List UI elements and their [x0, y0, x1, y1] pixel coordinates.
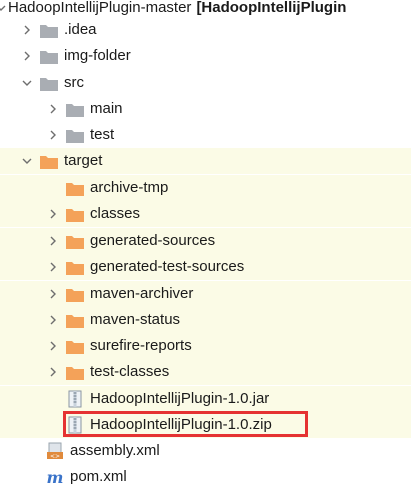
folder-icon	[40, 152, 58, 170]
chevron-right-icon[interactable]	[46, 201, 60, 227]
tree-item-label: HadoopIntellijPlugin-1.0.jar	[90, 390, 270, 407]
tree-item-label: pom.xml	[70, 468, 127, 485]
chevron-right-icon[interactable]	[20, 17, 34, 43]
tree-row-test-classes[interactable]: test-classes	[0, 359, 411, 385]
tree-item-label: HadoopIntellijPlugin-1.0.zip	[90, 416, 272, 433]
tree-item-label: generated-sources	[90, 232, 216, 249]
tree-item-label: generated-test-sources	[90, 258, 245, 275]
chevron-right-icon[interactable]	[46, 359, 60, 385]
tree-item-label: img-folder	[64, 47, 131, 64]
folder-icon	[66, 337, 84, 355]
chevron-right-icon[interactable]	[46, 307, 60, 333]
folder-icon	[40, 21, 58, 39]
chevron-right-icon[interactable]	[46, 333, 60, 359]
tree-item-label: test-classes	[90, 363, 170, 380]
folder-icon	[66, 100, 84, 118]
chevron-right-icon[interactable]	[46, 96, 60, 122]
tree-row-zip[interactable]: HadoopIntellijPlugin-1.0.zip	[0, 412, 411, 438]
chevron-down-icon[interactable]	[20, 70, 34, 96]
tree-row-test[interactable]: test	[0, 122, 411, 148]
folder-icon	[66, 179, 84, 197]
project-tree: HadoopIntellijPlugin-master [HadoopIntel…	[0, 0, 411, 491]
tree-row-classes[interactable]: classes	[0, 201, 411, 227]
tree-row-surefire-reports[interactable]: surefire-reports	[0, 333, 411, 359]
tree-row-src[interactable]: src	[0, 70, 411, 96]
tree-item-label: main	[90, 100, 123, 117]
tree-item-label: src	[64, 74, 84, 91]
chevron-right-icon[interactable]	[46, 281, 60, 307]
chevron-right-icon[interactable]	[46, 228, 60, 254]
svg-text:<>: <>	[50, 453, 60, 460]
tree-item-label: maven-archiver	[90, 285, 194, 302]
folder-icon	[66, 311, 84, 329]
folder-icon	[66, 126, 84, 144]
chevron-right-icon[interactable]	[46, 122, 60, 148]
tree-item-label: target	[64, 152, 103, 169]
folder-icon	[40, 74, 58, 92]
tree-item-label: classes	[90, 205, 141, 222]
tree-row-pom-xml[interactable]: m pom.xml	[0, 464, 411, 490]
folder-icon	[66, 232, 84, 250]
tree-row-generated-sources[interactable]: generated-sources	[0, 228, 411, 254]
tree-item-label: assembly.xml	[70, 442, 160, 459]
tree-row-generated-test-sources[interactable]: generated-test-sources	[0, 254, 411, 280]
tree-row-img-folder[interactable]: img-folder	[0, 43, 411, 69]
folder-icon	[66, 258, 84, 276]
tree-item-label: .idea	[64, 21, 97, 38]
tree-row-idea[interactable]: .idea	[0, 17, 411, 43]
archive-file-icon	[66, 416, 84, 434]
folder-icon	[40, 47, 58, 65]
chevron-right-icon[interactable]	[46, 254, 60, 280]
folder-icon	[66, 285, 84, 303]
tree-item-label: maven-status	[90, 311, 181, 328]
tree-row-maven-archiver[interactable]: maven-archiver	[0, 281, 411, 307]
tree-row-assembly-xml[interactable]: <> assembly.xml	[0, 438, 411, 464]
tree-row-main[interactable]: main	[0, 96, 411, 122]
xml-file-icon: <>	[46, 442, 64, 460]
chevron-down-icon[interactable]	[20, 148, 34, 174]
tree-row-jar[interactable]: HadoopIntellijPlugin-1.0.jar	[0, 386, 411, 412]
folder-icon	[66, 205, 84, 223]
tree-item-label: test	[90, 126, 115, 143]
folder-icon	[66, 363, 84, 381]
archive-file-icon	[66, 390, 84, 408]
chevron-right-icon[interactable]	[20, 43, 34, 69]
tree-row-target[interactable]: target	[0, 148, 411, 174]
tree-item-label: archive-tmp	[90, 179, 169, 196]
tree-row-maven-status[interactable]: maven-status	[0, 307, 411, 333]
tree-row-archive-tmp[interactable]: archive-tmp	[0, 175, 411, 201]
tree-item-label: surefire-reports	[90, 337, 192, 354]
maven-file-icon: m	[46, 468, 64, 486]
svg-text:m: m	[47, 468, 64, 486]
